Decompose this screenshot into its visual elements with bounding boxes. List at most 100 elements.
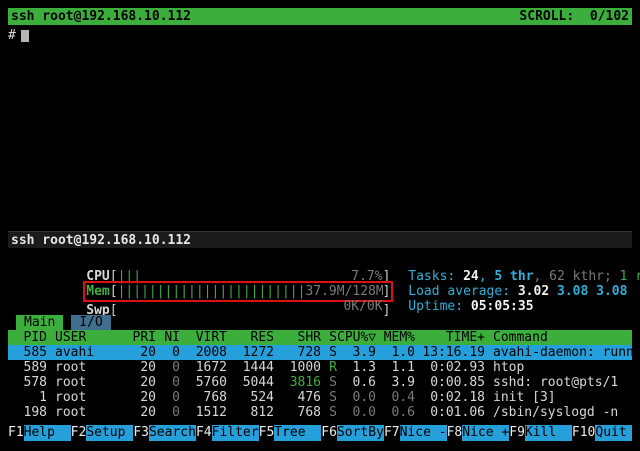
col-pid[interactable]: PID — [8, 330, 47, 345]
fkey-help[interactable]: F1Help — [8, 425, 71, 441]
fkey-setup[interactable]: F2Setup — [71, 425, 134, 441]
htop-meters: CPU[|||7.7%] Mem[|||||||||||||||||||||||… — [8, 254, 632, 299]
pri-value: 20 — [125, 405, 156, 420]
col-mem[interactable]: MEM% — [376, 330, 415, 345]
shr-value: 728 — [274, 345, 321, 360]
time-value: 0:01.06 — [415, 405, 485, 420]
cpu-value: 0.6 — [337, 375, 376, 390]
time-value: 0:00.85 — [415, 375, 485, 390]
cpu-value: 0.0 — [337, 405, 376, 420]
top-status-bar: ssh root@192.168.10.112 SCROLL: 0/102 — [8, 8, 632, 25]
mem-value: 1.1 — [376, 360, 415, 375]
command-value: htop — [493, 360, 632, 375]
res-value: 812 — [227, 405, 274, 420]
state-value: R — [321, 360, 337, 375]
user-value: root — [55, 390, 125, 405]
ni-value: 0 — [156, 360, 180, 375]
pri-value: 20 — [125, 390, 156, 405]
shell-pane[interactable]: # — [8, 25, 632, 231]
fkey-nice-plus[interactable]: F8Nice + — [447, 425, 510, 441]
htop-pane: CPU[|||7.7%] Mem[|||||||||||||||||||||||… — [8, 248, 632, 441]
process-row[interactable]: 589 root 20 0 1672 1444 1000 R 1.3 1.1 0… — [8, 360, 632, 375]
fkey-kill[interactable]: F9Kill — [509, 425, 572, 441]
fkey-search[interactable]: F3Search — [133, 425, 196, 441]
process-row[interactable]: 198 root 20 0 1512 812 768 S 0.0 0.6 0:0… — [8, 405, 632, 420]
shr-value: 1000 — [274, 360, 321, 375]
cpu-value: 0.0 — [337, 390, 376, 405]
function-key-bar: F1Help F2Setup F3Search F4Filter F5Tree … — [8, 425, 632, 441]
ni-value: 0 — [156, 390, 180, 405]
fkey-quit[interactable]: F10Quit — [572, 425, 632, 441]
pid-value: 589 — [8, 360, 47, 375]
time-value: 0:02.18 — [415, 390, 485, 405]
process-row[interactable]: 1 root 20 0 768 524 476 S 0.0 0.4 0:02.1… — [8, 390, 632, 405]
shr-value: 476 — [274, 390, 321, 405]
res-value: 5044 — [227, 375, 274, 390]
pid-value: 585 — [8, 345, 47, 360]
pid-value: 1 — [8, 390, 47, 405]
col-user[interactable]: USER — [55, 330, 125, 345]
virt-value: 1512 — [180, 405, 227, 420]
res-value: 524 — [227, 390, 274, 405]
shell-prompt: # — [8, 28, 16, 43]
user-value: root — [55, 405, 125, 420]
scroll-indicator: SCROLL: 0/102 — [519, 8, 629, 25]
col-time[interactable]: TIME+ — [415, 330, 485, 345]
mem-value: 0.6 — [376, 405, 415, 420]
col-state[interactable]: S — [321, 330, 337, 345]
state-value: S — [321, 375, 337, 390]
tab-io[interactable]: I/O — [71, 315, 110, 330]
command-value: sshd: root@pts/1 — [493, 375, 632, 390]
col-command[interactable]: Command — [493, 330, 632, 345]
col-virt[interactable]: VIRT — [180, 330, 227, 345]
pri-value: 20 — [125, 375, 156, 390]
shr-value: 768 — [274, 405, 321, 420]
process-row[interactable]: 578 root 20 0 5760 5044 3816 S 0.6 3.9 0… — [8, 375, 632, 390]
col-pri[interactable]: PRI — [125, 330, 156, 345]
cpu-value: 3.9 — [337, 345, 376, 360]
fkey-tree[interactable]: F5Tree — [259, 425, 322, 441]
pri-value: 20 — [125, 345, 156, 360]
command-value: init [3] — [493, 390, 632, 405]
kernel-threads-count: , 62 kthr; — [534, 269, 620, 284]
process-table-header[interactable]: PID USER PRI NI VIRT RES SHR S CPU%▽ MEM… — [8, 330, 632, 345]
mem-value: 1.0 — [376, 345, 415, 360]
bottom-pane-title: ssh root@192.168.10.112 — [8, 231, 632, 248]
fkey-nice-minus[interactable]: F7Nice - — [384, 425, 447, 441]
virt-value: 5760 — [180, 375, 227, 390]
user-value: avahi — [55, 345, 125, 360]
virt-value: 1672 — [180, 360, 227, 375]
time-value: 0:02.93 — [415, 360, 485, 375]
tasks-count: 24 — [463, 269, 479, 284]
virt-value: 768 — [180, 390, 227, 405]
pid-value: 198 — [8, 405, 47, 420]
fkey-sortby[interactable]: F6SortBy — [321, 425, 384, 441]
res-value: 1444 — [227, 360, 274, 375]
cursor-block — [21, 30, 29, 42]
ssh-session-title: ssh root@192.168.10.112 — [11, 8, 191, 25]
virt-value: 2008 — [180, 345, 227, 360]
ni-value: 0 — [156, 375, 180, 390]
process-row[interactable]: 585 avahi 20 0 2008 1272 728 S 3.9 1.0 1… — [8, 345, 632, 360]
cpu-meter-bars: ||| — [118, 269, 141, 284]
mem-value: 3.9 — [376, 375, 415, 390]
terminal-window: ssh root@192.168.10.112 SCROLL: 0/102 # … — [0, 0, 640, 451]
load-5-15min: 3.08 3.08 — [549, 284, 627, 299]
tab-main[interactable]: Main — [16, 315, 63, 330]
col-shr[interactable]: SHR — [274, 330, 321, 345]
col-cpu[interactable]: CPU%▽ — [337, 330, 376, 345]
user-value: root — [55, 375, 125, 390]
mem-value: 0.4 — [376, 390, 415, 405]
command-value: /sbin/syslogd -n — [493, 405, 632, 420]
res-value: 1272 — [227, 345, 274, 360]
col-res[interactable]: RES — [227, 330, 274, 345]
state-value: S — [321, 405, 337, 420]
pid-value: 578 — [8, 375, 47, 390]
cpu-value: 1.3 — [337, 360, 376, 375]
running-count: 1 running — [620, 269, 640, 284]
time-value: 13:16.19 — [415, 345, 485, 360]
fkey-filter[interactable]: F4Filter — [196, 425, 259, 441]
col-ni[interactable]: NI — [156, 330, 180, 345]
threads-count: 5 thr — [494, 269, 533, 284]
state-value: S — [321, 345, 337, 360]
